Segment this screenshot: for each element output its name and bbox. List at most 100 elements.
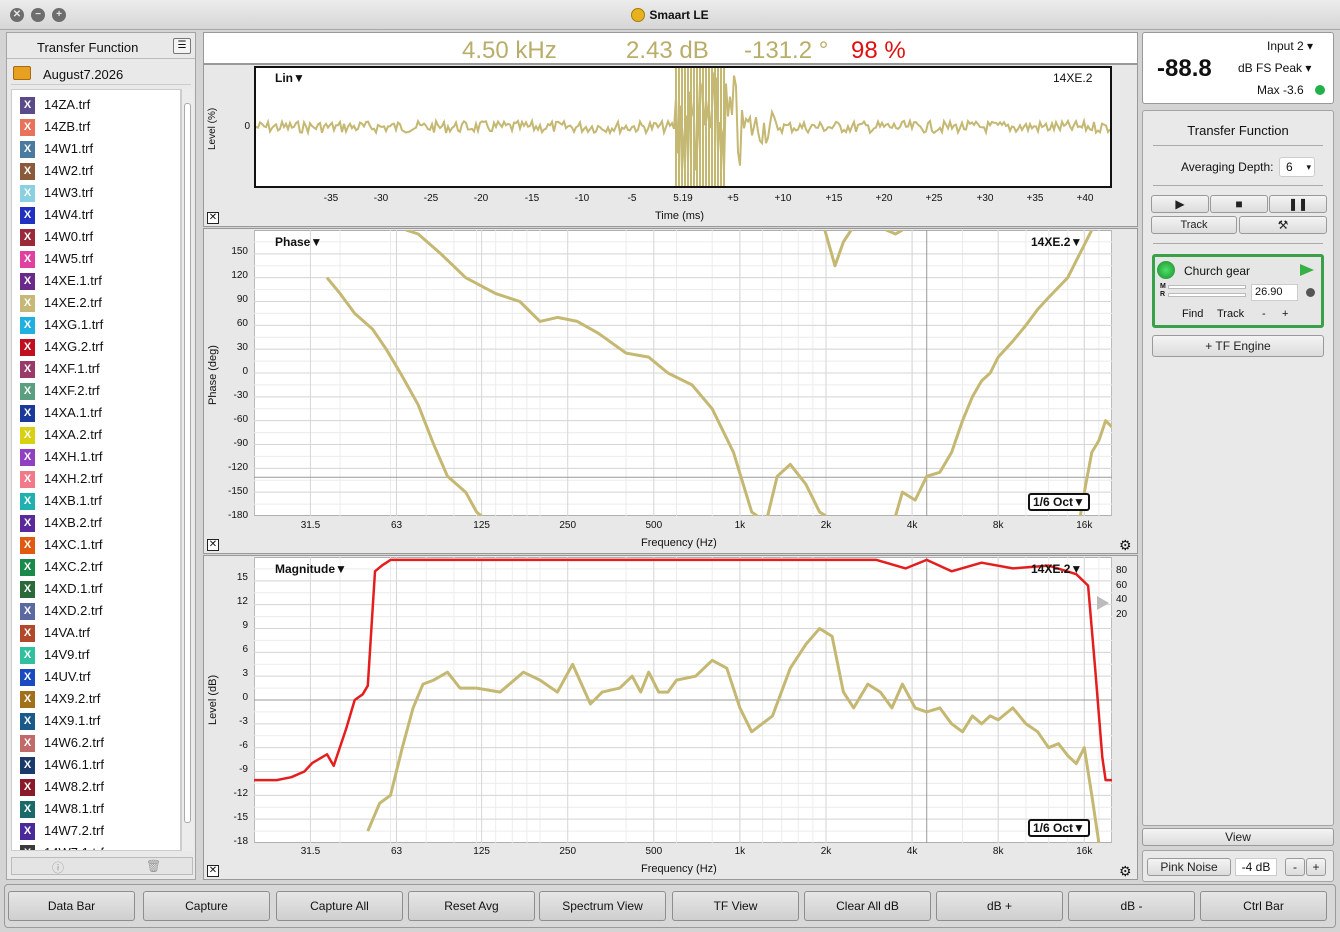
delay-field[interactable]: 26.90 [1251,284,1298,301]
impulse-close-icon[interactable]: ✕ [207,212,219,224]
meter-mode-select[interactable]: dB FS Peak ▾ [1238,61,1311,75]
magnitude-close-icon[interactable]: ✕ [207,865,219,877]
phase-settings-gear-icon[interactable]: ⚙ [1119,537,1132,554]
view-button[interactable]: View [1142,828,1334,846]
delay-plus-button[interactable]: + [1282,308,1288,320]
file-icon: X [20,735,35,752]
phase-title-menu[interactable]: Phase▼ [275,235,322,249]
magnitude-ytick: 12 [236,596,248,607]
file-icon: X [20,119,35,136]
file-icon: X [20,383,35,400]
file-icon: X [20,581,35,598]
bottom-button-6[interactable]: Clear All dB [804,891,931,921]
measurement-card[interactable]: Church gear M R 26.90 Find Track - + [1152,254,1324,328]
delay-indicator-icon [1306,288,1315,297]
bottom-button-0[interactable]: Data Bar [8,891,135,921]
window-title: Smaart LE [0,8,1340,22]
sidebar-title: Transfer Function [37,40,139,55]
file-icon: X [20,493,35,510]
file-name: 14W0.trf [44,229,94,244]
measurement-play-icon[interactable] [1300,264,1314,276]
coherence-slider-handle[interactable] [1097,596,1109,610]
generator-plus-button[interactable]: + [1306,858,1326,876]
magnitude-xtick: 8k [992,846,1004,857]
bottom-button-8[interactable]: dB - [1068,891,1195,921]
stop-button[interactable]: ■ [1210,195,1268,213]
tools-icon[interactable]: ⚒ [1239,216,1327,234]
track-button[interactable]: Track [1151,216,1237,234]
cursor-coherence: 98 % [851,37,906,64]
bottom-button-7[interactable]: dB + [936,891,1063,921]
phase-smoothing-menu[interactable]: 1/6 Oct▼ [1028,493,1090,511]
magnitude-smoothing-menu[interactable]: 1/6 Oct▼ [1028,819,1090,837]
file-icon: X [20,295,35,312]
phase-ytick: -90 [233,438,248,449]
file-name: 14XD.2.trf [44,603,103,618]
phase-ytick: 120 [231,270,248,281]
bottom-button-3[interactable]: Reset Avg [408,891,535,921]
file-name: 14ZB.trf [44,119,91,134]
magnitude-xtick: 2k [820,846,832,857]
file-icon: X [20,537,35,554]
magnitude-settings-gear-icon[interactable]: ⚙ [1119,863,1132,880]
magnitude-ytick: 3 [242,668,248,679]
file-name: 14X9.2.trf [44,691,101,706]
find-button[interactable]: Find [1182,308,1203,320]
bottom-button-9[interactable]: Ctrl Bar [1200,891,1327,921]
averaging-depth-select[interactable]: 6 ▾ [1279,157,1315,177]
generator-minus-button[interactable]: - [1285,858,1305,876]
generator-level-field[interactable]: -4 dB [1235,858,1277,876]
file-icon: X [20,97,35,114]
impulse-mode-menu[interactable]: Lin▼ [275,71,305,85]
phase-plot[interactable] [254,230,1112,516]
folder-row[interactable]: August7.2026 [11,63,191,85]
phase-ytick: -180 [227,510,248,521]
bottom-button-5[interactable]: TF View [672,891,799,921]
file-name: 14W4.trf [44,207,94,222]
magnitude-xtick: 31.5 [300,846,321,857]
meter-r-bar [1168,293,1246,297]
track-delay-button[interactable]: Track [1217,308,1244,320]
add-tf-engine-button[interactable]: + TF Engine [1152,335,1324,357]
divider [1153,185,1323,186]
bottom-button-4[interactable]: Spectrum View [539,891,666,921]
file-name: 14X9.1.trf [44,713,101,728]
impulse-xtick: +25 [925,193,943,204]
file-list: X 14ZA.trf X 14ZB.trf X 14W1.trf X 14W2.trf X 14W… [11,89,181,851]
scrollbar-thumb[interactable] [184,103,191,823]
impulse-xtick: -30 [373,193,389,204]
impulse-y-label: Level (%) [207,107,218,150]
play-button[interactable]: ▶ [1151,195,1209,213]
trash-icon[interactable]: 🗑 [146,859,161,873]
bottom-button-2[interactable]: Capture All [276,891,403,921]
info-icon[interactable]: ⓘ [52,859,64,876]
phase-trace-menu[interactable]: 14XE.2▼ [1031,235,1082,249]
magnitude-plot[interactable] [254,557,1112,843]
magnitude-xtick: 16k [1076,846,1093,857]
file-name: 14XA.2.trf [44,427,102,442]
file-icon: X [20,449,35,466]
pause-button[interactable]: ❚❚ [1269,195,1327,213]
phase-xtick: 63 [390,520,403,531]
delay-minus-button[interactable]: - [1262,308,1266,320]
impulse-xtick: -10 [574,193,590,204]
file-icon: X [20,823,35,840]
phase-close-icon[interactable]: ✕ [207,539,219,551]
magnitude-title-menu[interactable]: Magnitude▼ [275,562,347,576]
magnitude-ytick: -3 [239,716,248,727]
impulse-xtick: +15 [825,193,843,204]
file-list-scrollbar[interactable] [181,89,193,851]
input-select[interactable]: Input 2 ▾ [1267,39,1313,53]
file-name: 14XF.2.trf [44,383,100,398]
measurement-on-icon[interactable] [1157,261,1175,279]
file-name: 14XE.2.trf [44,295,102,310]
magnitude-trace-menu[interactable]: 14XE.2▼ [1031,562,1082,576]
file-icon: X [20,647,35,664]
magnitude-xtick: 125 [473,846,490,857]
bottom-button-1[interactable]: Capture [143,891,270,921]
file-icon: X [20,273,35,290]
phase-ytick: 150 [231,246,248,257]
pink-noise-button[interactable]: Pink Noise [1147,858,1231,876]
sidebar-footer: ⓘ 🗑 [11,857,193,875]
sidebar-menu-icon[interactable]: ☰ [173,38,191,54]
